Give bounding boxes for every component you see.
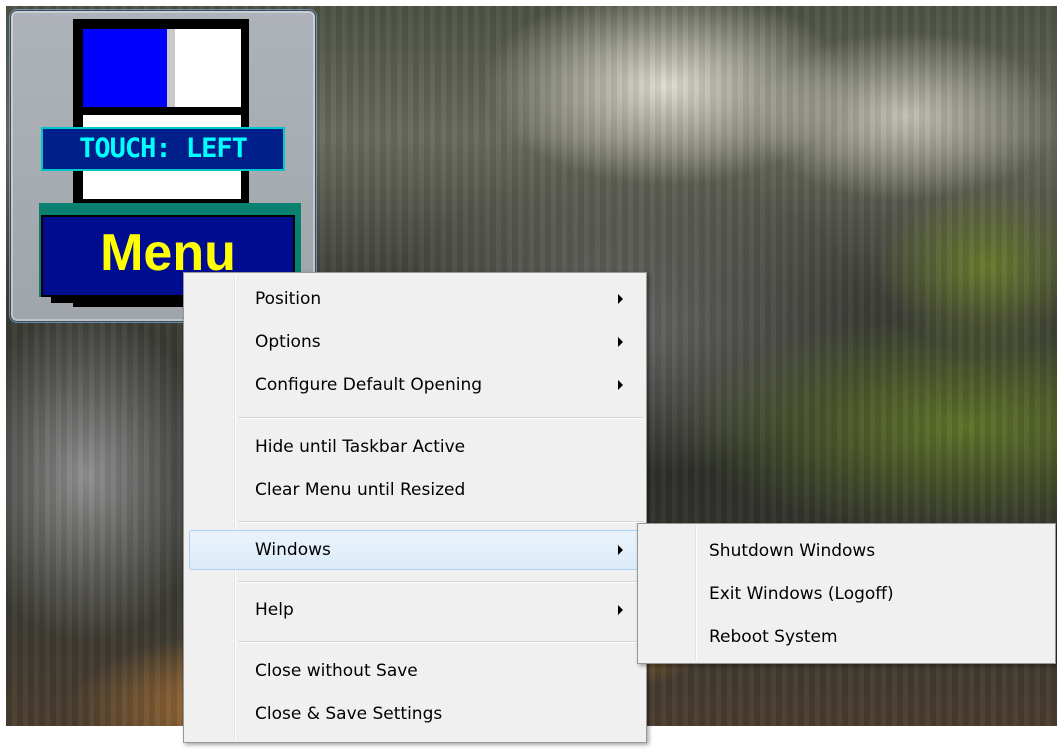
submenu-item-exit-windows-logoff[interactable]: Exit Windows (Logoff) (640, 574, 1053, 614)
menu-item-label: Close without Save (255, 661, 418, 681)
menu-separator (238, 417, 643, 419)
touch-zone-divider (167, 29, 175, 107)
menu-item-label: Options (255, 332, 321, 352)
menu-item-close-and-save-settings[interactable]: Close & Save Settings (186, 694, 644, 734)
menu-separator (238, 521, 643, 523)
chevron-right-icon (618, 294, 623, 304)
chevron-right-icon (618, 545, 623, 555)
context-menu: Position Options Configure Default Openi… (183, 272, 647, 743)
windows-submenu: Shutdown Windows Exit Windows (Logoff) R… (637, 523, 1056, 664)
menu-item-hide-until-taskbar-active[interactable]: Hide until Taskbar Active (186, 427, 644, 467)
menu-item-label: Clear Menu until Resized (255, 480, 466, 500)
menu-item-help[interactable]: Help (186, 590, 644, 630)
menu-item-label: Hide until Taskbar Active (255, 437, 466, 457)
submenu-item-reboot-system[interactable]: Reboot System (640, 617, 1053, 657)
menu-item-label: Windows (255, 540, 331, 560)
menu-item-position[interactable]: Position (186, 279, 644, 319)
menu-item-label: Position (255, 289, 322, 309)
menu-item-clear-menu-until-resized[interactable]: Clear Menu until Resized (186, 470, 644, 510)
menu-item-options[interactable]: Options (186, 322, 644, 362)
menu-item-label: Close & Save Settings (255, 704, 443, 724)
menu-item-close-without-save[interactable]: Close without Save (186, 651, 644, 691)
right-touch-zone[interactable] (175, 29, 241, 107)
menu-separator (238, 581, 643, 583)
submenu-item-shutdown-windows[interactable]: Shutdown Windows (640, 531, 1053, 571)
menu-separator (238, 641, 643, 643)
left-touch-zone-indicator[interactable] (83, 29, 167, 107)
chevron-right-icon (618, 337, 623, 347)
menu-item-configure-default-opening[interactable]: Configure Default Opening (186, 365, 644, 405)
menu-item-label: Shutdown Windows (709, 541, 876, 561)
menu-item-label: Help (255, 600, 294, 620)
menu-item-windows[interactable]: Windows (189, 530, 640, 570)
chevron-right-icon (618, 380, 623, 390)
chevron-right-icon (618, 605, 623, 615)
touch-mode-label: TOUCH: LEFT (41, 127, 285, 171)
menu-item-label: Exit Windows (Logoff) (709, 584, 894, 604)
menu-item-label: Reboot System (709, 627, 838, 647)
menu-item-label: Configure Default Opening (255, 375, 483, 395)
